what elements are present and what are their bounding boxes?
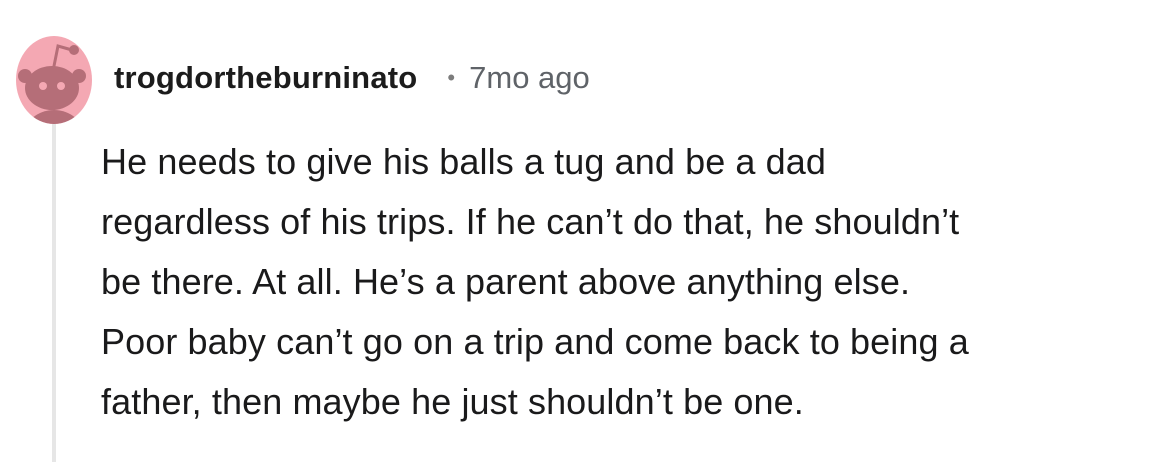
- comment-thread-line[interactable]: [52, 122, 56, 462]
- meta-separator: •: [447, 65, 456, 90]
- snoo-avatar-icon: [16, 36, 92, 124]
- comment-header: trogdortheburninato • 7mo ago: [114, 55, 590, 101]
- comment-text-line: regardless of his trips. If he can’t do …: [101, 201, 960, 242]
- username-link[interactable]: trogdortheburninato: [114, 60, 417, 96]
- comment-text-line: He needs to give his balls a tug and be …: [101, 141, 827, 182]
- user-avatar[interactable]: [16, 28, 92, 124]
- comment-text-line: father, then maybe he just shouldn’t be …: [101, 381, 804, 422]
- comment-body: He needs to give his balls a tug and be …: [101, 132, 1161, 432]
- comment-text-line: be there. At all. He’s a parent above an…: [101, 261, 911, 302]
- comment-text-line: Poor baby can’t go on a trip and come ba…: [101, 321, 969, 362]
- comment-timestamp[interactable]: 7mo ago: [469, 60, 590, 96]
